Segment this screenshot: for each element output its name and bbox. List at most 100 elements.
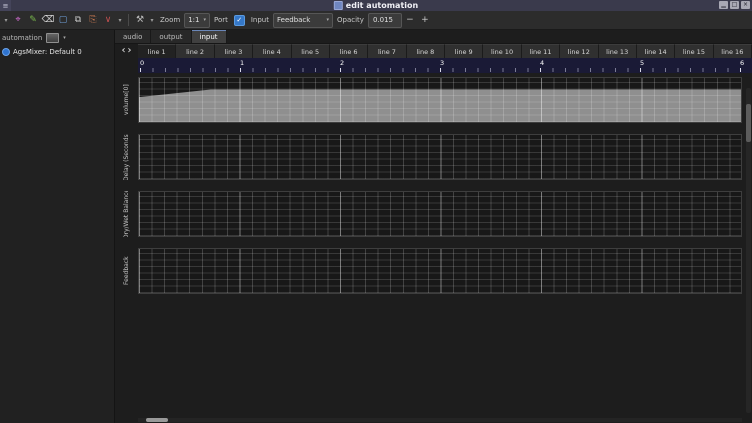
chevron-down-icon: ▾	[203, 17, 206, 23]
grid-lines	[139, 78, 741, 122]
edit-pencil-icon[interactable]: ✎	[26, 13, 40, 28]
line-tab-7[interactable]: line 7	[368, 44, 406, 58]
ruler-tick-label: 1	[240, 59, 244, 67]
add-automation-button[interactable]: +	[418, 13, 432, 28]
position-cursor-icon[interactable]: ⌖	[11, 13, 25, 28]
line-tab-9[interactable]: line 9	[445, 44, 483, 58]
line-tab-15[interactable]: line 15	[675, 44, 713, 58]
title-area: edit automation	[334, 0, 418, 11]
line-tab-3[interactable]: line 3	[215, 44, 253, 58]
ruler-tick-label: 2	[340, 59, 344, 67]
machine-selector-icon[interactable]	[46, 33, 59, 43]
content-area: automation ▾ AgsMixer: Default 0 audio o…	[0, 30, 752, 423]
automation-grid-volume[interactable]	[138, 77, 742, 123]
titlebar[interactable]: ≡ edit automation ▁ □ ×	[0, 0, 752, 11]
timeline-ruler[interactable]: 0 1 2 3 4 5 6	[138, 58, 752, 73]
ruler-tick-label: 5	[640, 59, 644, 67]
opacity-label: Opacity	[337, 16, 364, 24]
vertical-scrollbar-handle[interactable]	[746, 104, 751, 142]
automation-grid-feedback[interactable]	[138, 248, 742, 294]
port-select[interactable]: Feedback ▾	[273, 13, 333, 28]
line-tab-11[interactable]: line 11	[522, 44, 560, 58]
lane-label: volume[0]	[115, 77, 138, 123]
radio-selected-icon[interactable]	[2, 48, 10, 56]
edit-automation-window: ≡ edit automation ▁ □ × ▾ ⌖ ✎ ⌫ ▢ ⧉ ⎘ ∨ …	[0, 0, 752, 423]
tab-input[interactable]: input	[192, 30, 227, 43]
select-icon[interactable]: ▢	[56, 13, 70, 28]
horizontal-scrollbar[interactable]	[138, 418, 742, 422]
lane-label: Feedback	[115, 248, 138, 294]
tools-menu-arrow-icon[interactable]: ▾	[148, 13, 156, 28]
ruler-tick-label: 4	[540, 59, 544, 67]
line-tab-1[interactable]: line 1	[138, 44, 176, 58]
scroll-left-icon[interactable]: ‹	[122, 46, 126, 56]
close-button[interactable]: ×	[741, 1, 750, 9]
paste-icon[interactable]: ⎘	[86, 13, 100, 28]
line-tab-12[interactable]: line 12	[560, 44, 598, 58]
lane-volume: volume[0]	[115, 77, 742, 123]
tools-menu-icon[interactable]: ⚒	[133, 13, 147, 28]
line-tab-13[interactable]: line 13	[599, 44, 637, 58]
lane-drywet: Dry/Wet Balance	[115, 191, 742, 237]
zoom-label: Zoom	[160, 16, 180, 24]
vertical-scrollbar[interactable]	[746, 88, 751, 413]
scope-tabs: audio output input	[115, 30, 752, 44]
ruler-tick-label: 6	[740, 59, 744, 67]
minimize-button[interactable]: ▁	[719, 1, 728, 9]
lane-delay: Delay (Seconds)	[115, 134, 742, 180]
automation-grid-delay[interactable]	[138, 134, 742, 180]
machine-sidebar: automation ▾ AgsMixer: Default 0	[0, 30, 115, 423]
opacity-value: 0.015	[373, 16, 393, 24]
port-label: Port	[214, 16, 228, 24]
line-tab-4[interactable]: line 4	[253, 44, 291, 58]
maximize-button[interactable]: □	[730, 1, 739, 9]
ruler-tick-label: 0	[140, 59, 144, 67]
sidebar-title: automation	[2, 34, 42, 42]
lane-label: Dry/Wet Balance	[115, 191, 138, 237]
remove-automation-button[interactable]: −	[403, 13, 417, 28]
opacity-spinner[interactable]: 0.015	[368, 13, 402, 28]
automation-grid-drywet[interactable]	[138, 191, 742, 237]
input-checkbox[interactable]: ✓	[234, 15, 245, 26]
grid-lines	[139, 249, 741, 293]
invert-icon[interactable]: ∨	[101, 13, 115, 28]
line-tab-bar: ‹ › line 1 line 2 line 3 line 4 line 5 l…	[115, 44, 752, 58]
line-scroll-arrows: ‹ ›	[115, 44, 138, 58]
app-icon	[334, 1, 343, 10]
horizontal-scrollbar-handle[interactable]	[146, 418, 168, 422]
line-tabs: line 1 line 2 line 3 line 4 line 5 line …	[138, 44, 752, 58]
line-tab-2[interactable]: line 2	[176, 44, 214, 58]
automation-toolbar: ▾ ⌖ ✎ ⌫ ▢ ⧉ ⎘ ∨ ▾ ⚒ ▾ Zoom 1:1 ▾ Port ✓ …	[0, 11, 752, 30]
window-controls: ▁ □ ×	[717, 1, 750, 9]
lane-feedback: Feedback	[115, 248, 742, 294]
machine-name: AgsMixer: Default 0	[13, 48, 82, 56]
toolbar-separator	[128, 14, 129, 26]
scroll-right-icon[interactable]: ›	[128, 46, 132, 56]
line-tab-6[interactable]: line 6	[330, 44, 368, 58]
window-menu-icon[interactable]: ≡	[0, 0, 11, 11]
line-tab-14[interactable]: line 14	[637, 44, 675, 58]
tab-audio[interactable]: audio	[115, 30, 151, 43]
machine-radio-row[interactable]: AgsMixer: Default 0	[0, 46, 114, 58]
zoom-select[interactable]: 1:1 ▾	[184, 13, 210, 28]
grid-lines	[139, 135, 741, 179]
machine-selector-arrow-icon[interactable]: ▾	[63, 35, 66, 41]
toolbar-overflow-icon[interactable]: ▾	[2, 13, 10, 28]
zoom-value: 1:1	[188, 16, 199, 24]
clear-icon[interactable]: ⌫	[41, 13, 55, 28]
line-tab-8[interactable]: line 8	[407, 44, 445, 58]
line-tab-16[interactable]: line 16	[714, 44, 752, 58]
window-title: edit automation	[346, 1, 418, 10]
sidebar-header: automation ▾	[0, 30, 114, 46]
port-value: Feedback	[277, 16, 310, 24]
automation-lanes: volume[0] Delay (Seconds)	[115, 77, 752, 305]
line-tab-10[interactable]: line 10	[483, 44, 521, 58]
line-tab-5[interactable]: line 5	[292, 44, 330, 58]
paste-options-arrow-icon[interactable]: ▾	[116, 13, 124, 28]
automation-editor: audio output input ‹ › line 1 line 2 lin…	[115, 30, 752, 423]
chevron-down-icon: ▾	[326, 17, 329, 23]
ruler-tick-label: 3	[440, 59, 444, 67]
ruler-ticks	[140, 68, 752, 72]
tab-output[interactable]: output	[151, 30, 191, 43]
copy-icon[interactable]: ⧉	[71, 13, 85, 28]
